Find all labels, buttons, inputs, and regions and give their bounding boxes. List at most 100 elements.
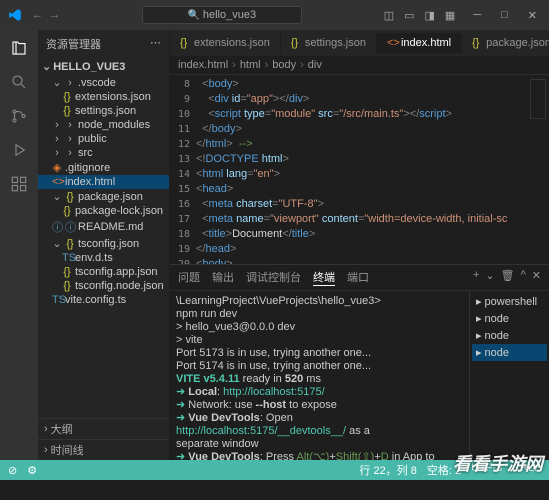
terminal-tab[interactable]: 端口 [347,269,369,286]
file-icon: TS [62,252,72,264]
chevron-icon: › [52,133,62,145]
terminal-tab[interactable]: 输出 [212,269,234,286]
minimap[interactable] [527,75,549,264]
outline-section[interactable]: ›大纲 [38,418,169,439]
code-editor[interactable]: 89101112131415161718192021 <body> <div i… [170,75,549,264]
file-icon: {} [62,280,72,292]
terminal-instance[interactable]: ▸node [472,344,547,361]
remote-icon[interactable]: ⊘ [8,464,17,477]
settings-sync-icon[interactable]: ⚙ [27,464,37,477]
tree-item[interactable]: ››src [38,146,169,160]
terminal-tab[interactable]: 问题 [178,269,200,286]
close-terminal-icon[interactable]: ✕ [532,269,541,286]
window-controls: ─ □ ✕ [469,9,541,22]
timeline-section[interactable]: ›时间线 [38,439,169,460]
terminal-tab[interactable]: 终端 [313,269,335,286]
tree-item[interactable]: {}package-lock.json [38,204,169,218]
project-section[interactable]: ⌄ HELLO_VUE3 [38,58,169,75]
toggle-panel-bottom-icon[interactable]: ▭ [404,9,414,22]
tab-label: settings.json [305,37,366,49]
shell-label: node [485,330,509,342]
watermark-text: 看看手游网 [453,450,543,476]
tree-item[interactable]: ››public [38,132,169,146]
activity-bar [0,30,38,460]
maximize-icon[interactable]: □ [497,9,512,22]
tree-item[interactable]: ⌄{}tsconfig.json [38,236,169,251]
tree-item[interactable]: ⓘ ⓘREADME.md [38,218,169,236]
breadcrumb-item[interactable]: div [308,59,322,71]
terminal-output[interactable]: \LearningProject\VueProjects\hello_vue3>… [170,291,469,460]
terminal-panel: 问题输出调试控制台终端端口 + ⌄ 🗑 ^ ✕ \LearningProject\VueP… [170,264,549,460]
source-control-icon[interactable] [9,106,29,126]
debug-icon[interactable] [9,140,29,160]
toggle-panel-left-icon[interactable]: ◫ [384,9,394,22]
tree-item[interactable]: ⌄›.vscode [38,75,169,90]
file-icon: {} [62,91,72,103]
editor-tab[interactable]: {} settings.json [281,33,377,53]
breadcrumb-item[interactable]: index.html [178,59,228,71]
tree-item[interactable]: {}tsconfig.node.json [38,279,169,293]
tree-item[interactable]: TSenv.d.ts [38,251,169,265]
file-label: package-lock.json [75,205,163,217]
search-activity-icon[interactable] [9,72,29,92]
terminal-tabs: 问题输出调试控制台终端端口 + ⌄ 🗑 ^ ✕ [170,265,549,291]
line-gutter: 89101112131415161718192021 [170,75,196,264]
code-content[interactable]: <body> <div id="app"></div> <script type… [196,75,527,264]
file-label: extensions.json [75,91,151,103]
chevron-right-icon: › [44,444,48,456]
extensions-icon[interactable] [9,174,29,194]
new-terminal-icon[interactable]: + [473,269,479,286]
tree-item[interactable]: TSvite.config.ts [38,293,169,307]
timeline-label: 时间线 [51,442,84,458]
file-label: package.json [78,191,143,203]
terminal-instance[interactable]: ▸powershell [472,293,547,310]
tree-item[interactable]: {}extensions.json [38,90,169,104]
file-icon: {} [65,191,75,203]
shell-icon: ▸ [476,329,482,342]
breadcrumb-item[interactable]: html [240,59,261,71]
editor-tab[interactable]: {}package.json [462,33,549,53]
customize-layout-icon[interactable]: ▦ [445,9,455,22]
breadcrumb[interactable]: index.html›html›body›div [170,56,549,75]
terminal-tab[interactable]: 调试控制台 [246,269,301,286]
kill-terminal-icon[interactable]: 🗑 [501,269,515,286]
tab-label: index.html [401,37,451,49]
nav-back-icon[interactable]: ← [32,9,43,21]
shell-label: powershell [485,296,538,308]
shell-label: node [485,313,509,325]
search-input[interactable]: 🔍 hello_vue3 [142,6,302,24]
tree-item[interactable]: ◈.gitignore [38,160,169,175]
breadcrumb-item[interactable]: body [272,59,296,71]
file-icon: {} [291,37,301,49]
terminal-list: ▸powershell▸node▸node▸node [469,291,549,460]
tree-item[interactable]: ⌄{}package.json [38,189,169,204]
tree-item[interactable]: {}tsconfig.app.json [38,265,169,279]
toggle-panel-right-icon[interactable]: ◨ [425,9,435,22]
tree-item[interactable]: {}settings.json [38,104,169,118]
more-icon[interactable]: ⋯ [150,36,161,52]
file-label: tsconfig.node.json [75,280,164,292]
file-tree: ⌄›.vscode{}extensions.json{}settings.jso… [38,75,169,418]
file-label: index.html [65,176,115,188]
nav-fwd-icon[interactable]: → [49,9,60,21]
explorer-icon[interactable] [9,38,29,58]
editor-tab[interactable]: <>index.html [377,33,462,53]
explorer-sidebar: 资源管理器 ⋯ ⌄ HELLO_VUE3 ⌄›.vscode{}extensio… [38,30,170,460]
terminal-dropdown-icon[interactable]: ⌄ [485,269,494,286]
workbench: 资源管理器 ⋯ ⌄ HELLO_VUE3 ⌄›.vscode{}extensio… [0,30,549,460]
cursor-position[interactable]: 行 22，列 8 [359,462,416,478]
tree-item[interactable]: <>index.html [38,175,169,189]
file-label: .gitignore [65,162,110,174]
title-bar: ← → 🔍 hello_vue3 ◫ ▭ ◨ ▦ ─ □ ✕ [0,0,549,30]
file-icon: {} [180,37,190,49]
close-icon[interactable]: ✕ [524,9,541,22]
editor-tab[interactable]: {}extensions.json [170,33,281,53]
maximize-terminal-icon[interactable]: ^ [521,269,526,286]
shell-icon: ▸ [476,312,482,325]
chevron-right-icon: › [44,423,48,435]
breadcrumb-sep: › [265,59,269,71]
minimize-icon[interactable]: ─ [469,9,485,22]
tree-item[interactable]: ››node_modules [38,118,169,132]
terminal-instance[interactable]: ▸node [472,310,547,327]
terminal-instance[interactable]: ▸node [472,327,547,344]
